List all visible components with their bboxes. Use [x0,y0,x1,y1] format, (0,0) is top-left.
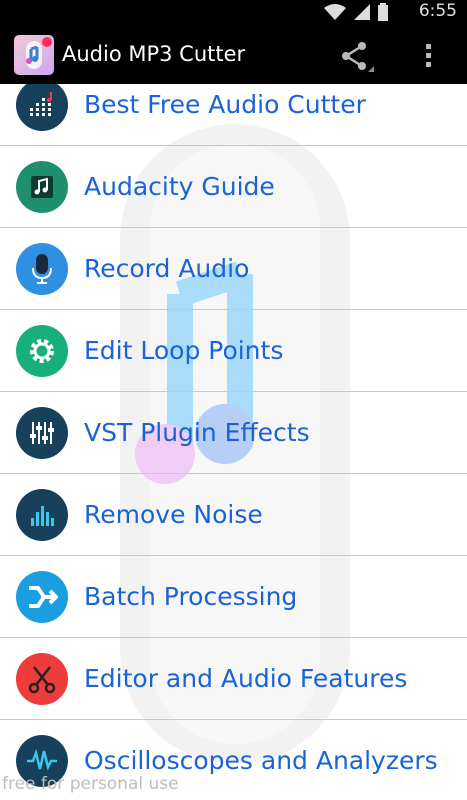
list-item-label: Batch Processing [84,582,298,611]
app-logo-icon[interactable] [14,35,54,75]
menu-list: Best Free Audio Cutter Audacity Guide Re… [0,84,467,800]
list-item[interactable]: Edit Loop Points [0,310,467,392]
app-title: Audio MP3 Cutter [62,42,246,66]
list-item-label: Remove Noise [84,500,263,529]
gear-icon [16,325,68,377]
status-icons [323,3,389,21]
battery-icon [378,3,388,21]
list-item[interactable]: Editor and Audio Features [0,638,467,720]
cell-signal-icon [354,4,370,20]
list-item[interactable]: Record Audio [0,228,467,310]
list-item[interactable]: VST Plugin Effects [0,392,467,474]
music-note-icon [16,161,68,213]
microphone-icon [16,243,68,295]
list-item-label: Editor and Audio Features [84,664,408,693]
status-bar: 6:55 [0,0,467,24]
share-icon [342,42,374,72]
list-item-label: Best Free Audio Cutter [84,90,366,119]
status-time: 6:55 [418,1,457,21]
equalizer-icon [16,84,68,131]
list-item-label: Audacity Guide [84,172,275,201]
list-item-label: Record Audio [84,254,250,283]
list-item[interactable]: Audacity Guide [0,146,467,228]
action-bar: Audio MP3 Cutter [0,24,467,84]
list-item[interactable]: Best Free Audio Cutter [0,84,467,146]
audio-bars-icon [16,489,68,541]
share-button[interactable] [338,38,374,74]
overflow-menu-button[interactable] [420,40,436,70]
watermark-text: free for personal use [2,774,179,794]
list-item-label: VST Plugin Effects [84,418,310,447]
list-item[interactable]: Batch Processing [0,556,467,638]
list-item[interactable]: Remove Noise [0,474,467,556]
mixer-sliders-icon [16,407,68,459]
wifi-icon [324,4,346,20]
list-item-label: Edit Loop Points [84,336,284,365]
list-item-label: Oscilloscopes and Analyzers [84,746,438,775]
scissors-icon [16,653,68,705]
merge-arrows-icon [16,571,68,623]
